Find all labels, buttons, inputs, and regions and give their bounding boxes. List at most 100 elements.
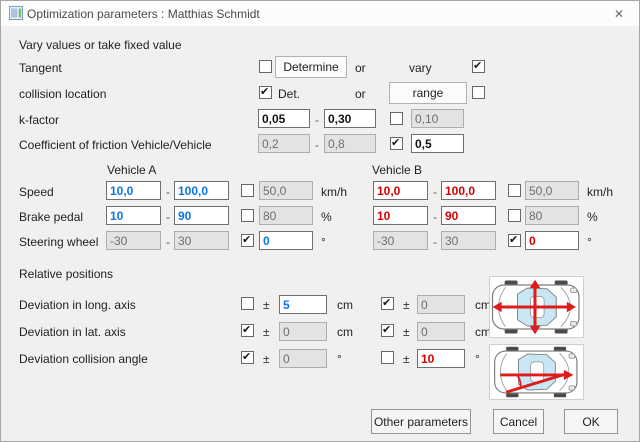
title-bar[interactable]: Optimization parameters : Matthias Schmi… [1,1,639,26]
dev-lat-b-pm: ± [403,325,410,339]
relative-positions-header: Relative positions [19,267,113,281]
dev-angle-a-input [279,349,327,368]
car-axes-diagram [489,276,584,338]
steering-b-dash: - [433,235,437,249]
dev-lat-b-checkbox[interactable] [381,324,394,337]
collision-det-checkbox[interactable] [259,86,272,99]
dev-long-b-pm: ± [403,298,410,312]
speed-b-max-input[interactable] [441,181,496,200]
friction-dash: - [315,138,319,152]
friction-label: Coefficient of friction Vehicle/Vehicle [19,138,212,152]
dev-angle-a-checkbox[interactable] [241,351,254,364]
kfactor-max-input[interactable] [324,109,376,128]
kfactor-label: k-factor [19,113,59,127]
brake-a-min-input[interactable] [106,206,161,225]
kfactor-dash: - [315,113,319,127]
steering-a-max-input [174,231,229,250]
speed-a-unit: km/h [321,185,347,199]
app-icon [9,6,23,20]
intro-label: Vary values or take fixed value [19,38,182,52]
collision-or-label: or [355,87,366,101]
brake-a-fixed-input [259,206,313,225]
steering-b-max-input [441,231,496,250]
steering-a-min-input [106,231,161,250]
dev-angle-b-pm: ± [403,352,410,366]
dev-lat-a-pm: ± [263,325,270,339]
speed-b-min-input[interactable] [373,181,428,200]
brake-a-dash: - [166,210,170,224]
dev-angle-a-unit: ° [337,352,342,366]
dev-long-b-checkbox[interactable] [381,297,394,310]
dev-lat-a-unit: cm [337,325,353,339]
kfactor-min-input[interactable] [258,109,310,128]
dev-angle-a-pm: ± [263,352,270,366]
dev-long-a-checkbox[interactable] [241,297,254,310]
steering-a-unit: ° [321,235,326,249]
friction-min-input [258,134,310,153]
dev-lat-a-checkbox[interactable] [241,324,254,337]
dev-lat-a-input [279,322,327,341]
other-parameters-button[interactable]: Other parameters [371,409,471,434]
steering-label: Steering wheel [19,235,98,249]
brake-a-fixed-checkbox[interactable] [241,209,254,222]
steering-b-unit: ° [587,235,592,249]
speed-a-fixed-input [259,181,313,200]
brake-b-unit: % [587,210,598,224]
speed-b-fixed-checkbox[interactable] [508,184,521,197]
steering-a-fixed-input[interactable] [259,231,313,250]
steering-a-dash: - [166,235,170,249]
optimization-parameters-dialog: Optimization parameters : Matthias Schmi… [0,0,640,442]
brake-b-max-input[interactable] [441,206,496,225]
tangent-vary-checkbox[interactable] [472,60,485,73]
steering-b-min-input [373,231,428,250]
brake-a-max-input[interactable] [174,206,229,225]
speed-a-max-input[interactable] [174,181,229,200]
window-title: Optimization parameters : Matthias Schmi… [27,7,260,21]
speed-b-fixed-input [525,181,579,200]
dev-lat-b-input [417,322,465,341]
ok-button[interactable]: OK [564,409,618,434]
range-button[interactable]: range [389,82,467,104]
brake-a-unit: % [321,210,332,224]
brake-label: Brake pedal [19,210,83,224]
steering-a-fixed-checkbox[interactable] [241,234,254,247]
brake-b-fixed-checkbox[interactable] [508,209,521,222]
friction-fixed-input[interactable] [411,134,464,153]
collision-range-checkbox[interactable] [472,86,485,99]
speed-label: Speed [19,185,54,199]
dev-angle-b-checkbox[interactable] [381,351,394,364]
collision-det-label: Det. [278,87,300,101]
speed-a-dash: - [166,185,170,199]
speed-a-min-input[interactable] [106,181,161,200]
brake-b-min-input[interactable] [373,206,428,225]
cancel-button[interactable]: Cancel [493,409,544,434]
dev-long-a-input[interactable] [279,295,327,314]
friction-fixed-checkbox[interactable] [390,137,403,150]
tangent-or-label: or [355,61,366,75]
determine-button[interactable]: Determine [275,56,347,78]
dev-angle-b-input[interactable] [417,349,465,368]
steering-b-fixed-checkbox[interactable] [508,234,521,247]
steering-b-fixed-input[interactable] [525,231,579,250]
dev-angle-label: Deviation collision angle [19,352,148,366]
dev-long-a-unit: cm [337,298,353,312]
friction-max-input [324,134,376,153]
close-icon[interactable]: ✕ [605,4,633,24]
brake-b-dash: - [433,210,437,224]
dev-long-label: Deviation in long. axis [19,298,136,312]
speed-b-dash: - [433,185,437,199]
vehicle-b-header: Vehicle B [372,163,422,177]
kfactor-fixed-input [411,109,464,128]
dev-long-b-input [417,295,465,314]
speed-a-fixed-checkbox[interactable] [241,184,254,197]
dev-lat-label: Deviation in lat. axis [19,325,126,339]
dev-long-a-pm: ± [263,298,270,312]
speed-b-unit: km/h [587,185,613,199]
tangent-vary-label: vary [409,61,432,75]
car-angle-diagram [489,344,584,400]
brake-b-fixed-input [525,206,579,225]
tangent-determine-checkbox[interactable] [259,60,272,73]
kfactor-fixed-checkbox[interactable] [390,112,403,125]
dev-angle-b-unit: ° [475,352,480,366]
vehicle-a-header: Vehicle A [107,163,156,177]
